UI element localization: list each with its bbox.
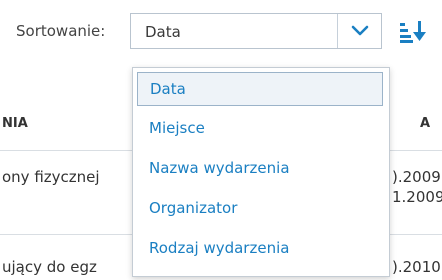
row-name: ony fizycznej [2,168,100,186]
dropdown-option-rodzaj-wydarzenia[interactable]: Rodzaj wydarzenia [137,232,383,266]
sort-descending-icon[interactable] [398,18,428,44]
sort-label: Sortowanie: [16,22,106,40]
dropdown-option-data[interactable]: Data [137,72,383,106]
sort-dropdown-menu: Data Miejsce Nazwa wydarzenia Organizato… [132,67,390,277]
dropdown-option-organizator[interactable]: Organizator [137,192,383,226]
chevron-down-icon[interactable] [338,14,382,48]
row-date: 1.2009 [392,188,442,206]
column-header-name[interactable]: NIA [2,116,28,131]
dropdown-option-miejsce[interactable]: Miejsce [137,112,383,146]
row-date: ).2010 [392,258,441,276]
sort-select[interactable]: Data [130,13,382,49]
row-name: ujący do egz [2,258,97,276]
dropdown-option-nazwa-wydarzenia[interactable]: Nazwa wydarzenia [137,152,383,186]
sort-select-value: Data [145,23,181,41]
column-header-date[interactable]: A [420,116,430,131]
row-date: ).2009 [392,168,441,186]
